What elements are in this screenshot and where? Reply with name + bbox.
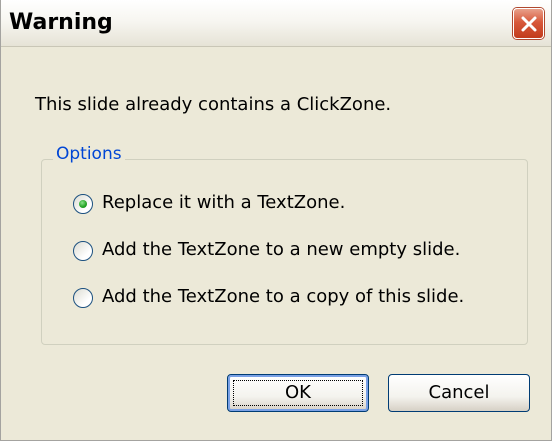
- close-button[interactable]: [513, 8, 544, 39]
- warning-dialog: Warning This slide already contains a Cl…: [0, 0, 552, 441]
- radio-selected-dot: [79, 200, 87, 208]
- close-icon: [521, 16, 537, 32]
- option-label[interactable]: Add the TextZone to a new empty slide.: [102, 239, 460, 260]
- radio-button[interactable]: [73, 288, 93, 308]
- warning-message: This slide already contains a ClickZone.: [35, 94, 392, 115]
- title-bar[interactable]: Warning: [1, 0, 551, 47]
- option-label[interactable]: Replace it with a TextZone.: [102, 192, 345, 213]
- option-label[interactable]: Add the TextZone to a copy of this slide…: [102, 286, 464, 307]
- cancel-button-label: Cancel: [428, 382, 490, 403]
- ok-button[interactable]: OK: [227, 374, 369, 412]
- options-group-label: Options: [53, 144, 125, 164]
- cancel-button[interactable]: Cancel: [388, 374, 530, 412]
- dialog-title: Warning: [9, 10, 113, 35]
- radio-button-selected[interactable]: [73, 194, 93, 214]
- radio-button[interactable]: [73, 241, 93, 261]
- focus-rect: [233, 380, 363, 406]
